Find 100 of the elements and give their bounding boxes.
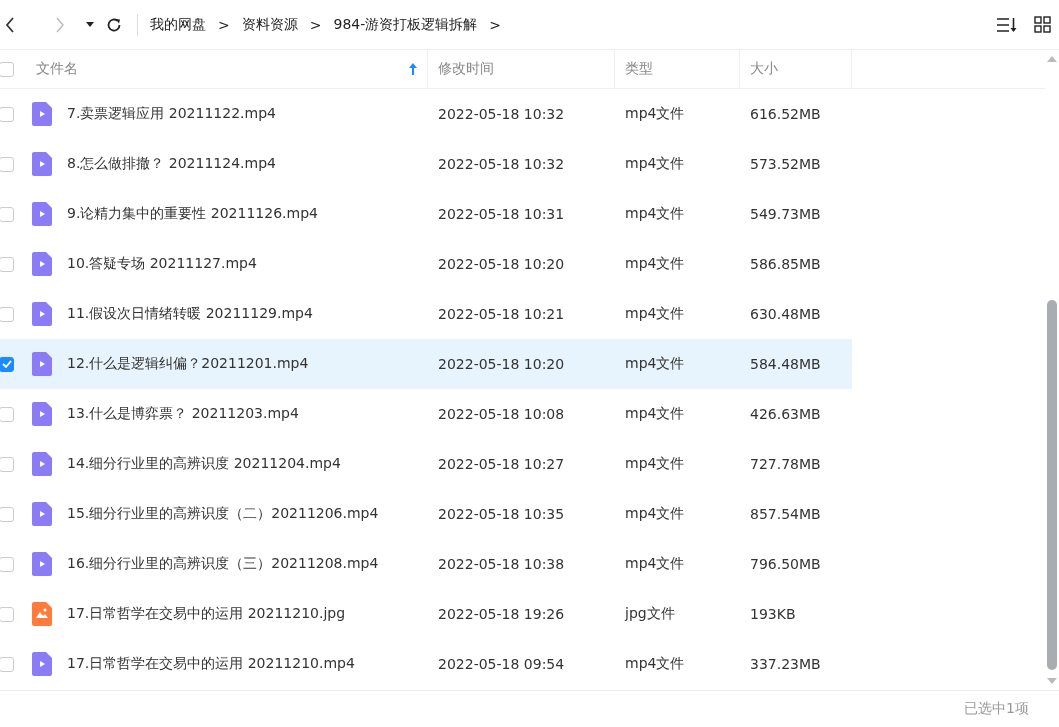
modified-time: 2022-05-18 10:20 [438, 356, 565, 372]
file-name: 8.怎么做排撤？ 20211124.mp4 [67, 155, 276, 173]
file-row[interactable]: 16.细分行业里的高辨识度（三）20211208.mp4 2022-05-18 10:38 mp4文件 796.50MB [0, 539, 852, 589]
file-row[interactable]: 13.什么是博弈票？ 20211203.mp4 2022-05-18 10:08 mp4文件 426.63MB [0, 389, 852, 439]
file-type: mp4文件 [625, 305, 685, 323]
file-type: mp4文件 [625, 155, 685, 173]
select-all-checkbox[interactable] [0, 61, 14, 77]
column-header[interactable]: 修改时间 [438, 60, 494, 78]
file-name: 13.什么是博弈票？ 20211203.mp4 [67, 405, 299, 423]
grid-view-icon[interactable] [1034, 16, 1051, 33]
row-checkbox[interactable] [0, 406, 14, 422]
video-file-icon [32, 102, 52, 126]
refresh-icon[interactable] [106, 16, 122, 33]
file-size: 573.52MB [750, 156, 821, 172]
row-checkbox[interactable] [0, 656, 14, 672]
row-checkbox[interactable] [0, 306, 14, 322]
row-checkbox[interactable] [0, 256, 14, 272]
breadcrumb-item[interactable]: 我的网盘 [150, 15, 206, 34]
file-size: 586.85MB [750, 256, 821, 272]
video-file-icon [32, 652, 52, 676]
column-header[interactable]: 大小 [750, 60, 778, 78]
file-size: 337.23MB [750, 656, 821, 672]
video-file-icon [32, 302, 52, 326]
file-size: 857.54MB [750, 506, 821, 522]
file-type: mp4文件 [625, 355, 685, 373]
file-type: mp4文件 [625, 655, 685, 673]
row-checkbox[interactable] [0, 206, 14, 222]
file-row[interactable]: 12.什么是逻辑纠偏？20211201.mp4 2022-05-18 10:20 mp4文件 584.48MB [0, 339, 852, 389]
file-name: 9.论精力集中的重要性 20211126.mp4 [67, 205, 318, 223]
scroll-up-icon[interactable] [1047, 56, 1057, 62]
row-checkbox[interactable] [0, 606, 14, 622]
file-row[interactable]: 15.细分行业里的高辨识度（二）20211206.mp4 2022-05-18 10:35 mp4文件 857.54MB [0, 489, 852, 539]
file-type: mp4文件 [625, 255, 685, 273]
file-name: 17.日常哲学在交易中的运用 20211210.jpg [67, 605, 346, 623]
modified-time: 2022-05-18 10:35 [438, 506, 565, 522]
row-checkbox[interactable] [0, 456, 14, 472]
file-type: mp4文件 [625, 455, 685, 473]
breadcrumb-separator: > [218, 16, 230, 33]
modified-time: 2022-05-18 10:38 [438, 556, 565, 572]
image-file-icon [32, 602, 52, 626]
video-file-icon [32, 202, 52, 226]
file-type: mp4文件 [625, 555, 685, 573]
file-row[interactable]: 17.日常哲学在交易中的运用 20211210.mp4 2022-05-18 09:54 mp4文件 337.23MB [0, 639, 852, 689]
file-type: mp4文件 [625, 105, 685, 123]
modified-time: 2022-05-18 10:08 [438, 406, 565, 422]
breadcrumb-separator: > [309, 16, 322, 33]
file-size: 616.52MB [750, 106, 821, 122]
video-file-icon [32, 552, 52, 576]
scrollbar-thumb[interactable] [1047, 300, 1057, 670]
file-type: jpg文件 [625, 605, 675, 623]
file-size: 796.50MB [750, 556, 821, 572]
modified-time: 2022-05-18 10:32 [438, 156, 565, 172]
file-row[interactable]: 7.卖票逻辑应用 20211122.mp4 2022-05-18 10:32 mp4文件 616.52MB [0, 89, 852, 139]
sort-icon[interactable] [996, 16, 1018, 33]
file-row[interactable]: 10.答疑专场 20211127.mp4 2022-05-18 10:20 mp4文件 586.85MB [0, 239, 852, 289]
file-name: 11.假设次日情绪转暖 20211129.mp4 [67, 305, 313, 323]
forward-icon[interactable] [54, 15, 66, 34]
file-row[interactable]: 11.假设次日情绪转暖 20211129.mp4 2022-05-18 10:21 mp4文件 630.48MB [0, 289, 852, 339]
modified-time: 2022-05-18 10:21 [438, 306, 565, 322]
file-row[interactable]: 17.日常哲学在交易中的运用 20211210.jpg 2022-05-18 19:26 jpg文件 193KB [0, 589, 852, 639]
column-header[interactable]: 类型 [625, 60, 653, 78]
modified-time: 2022-05-18 09:54 [438, 656, 565, 672]
file-size: 193KB [750, 606, 796, 622]
file-row[interactable]: 9.论精力集中的重要性 20211126.mp4 2022-05-18 10:31 mp4文件 549.73MB [0, 189, 852, 239]
row-checkbox[interactable] [0, 556, 14, 572]
video-file-icon [32, 452, 52, 476]
file-name: 7.卖票逻辑应用 20211122.mp4 [67, 105, 276, 123]
file-row[interactable]: 8.怎么做排撤？ 20211124.mp4 2022-05-18 10:32 mp4文件 573.52MB [0, 139, 852, 189]
breadcrumb-item[interactable]: 资料资源 [241, 15, 298, 34]
file-size: 584.48MB [750, 356, 821, 372]
file-type: mp4文件 [625, 405, 685, 423]
video-file-icon [32, 402, 52, 426]
file-row[interactable]: 14.细分行业里的高辨识度 20211204.mp4 2022-05-18 10:27 mp4文件 727.78MB [0, 439, 852, 489]
row-checkbox[interactable] [0, 106, 14, 122]
file-size: 549.73MB [750, 206, 821, 222]
breadcrumb-separator: > [489, 16, 501, 33]
modified-time: 2022-05-18 19:26 [438, 606, 565, 622]
dropdown-caret-icon[interactable] [86, 21, 94, 28]
file-name: 10.答疑专场 20211127.mp4 [67, 255, 257, 273]
sort-ascending-icon[interactable] [409, 63, 417, 75]
back-icon[interactable] [4, 15, 16, 34]
file-name: 15.细分行业里的高辨识度（二）20211206.mp4 [67, 505, 379, 523]
row-checkbox[interactable] [0, 156, 14, 172]
row-checkbox[interactable] [0, 356, 14, 372]
modified-time: 2022-05-18 10:20 [438, 256, 565, 272]
video-file-icon [32, 502, 52, 526]
file-type: mp4文件 [625, 505, 685, 523]
file-size: 426.63MB [750, 406, 821, 422]
video-file-icon [32, 352, 52, 376]
scroll-down-icon[interactable] [1047, 678, 1057, 684]
file-name: 16.细分行业里的高辨识度（三）20211208.mp4 [67, 555, 379, 573]
file-name: 17.日常哲学在交易中的运用 20211210.mp4 [67, 655, 355, 673]
breadcrumb-item[interactable]: 984-游资打板逻辑拆解 [333, 15, 478, 34]
video-file-icon [32, 152, 52, 176]
selection-count: 已选中1项 [964, 700, 1029, 718]
row-checkbox[interactable] [0, 506, 14, 522]
column-header[interactable]: 文件名 [36, 60, 78, 78]
file-size: 727.78MB [750, 456, 821, 472]
modified-time: 2022-05-18 10:31 [438, 206, 565, 222]
file-name: 14.细分行业里的高辨识度 20211204.mp4 [67, 455, 341, 473]
